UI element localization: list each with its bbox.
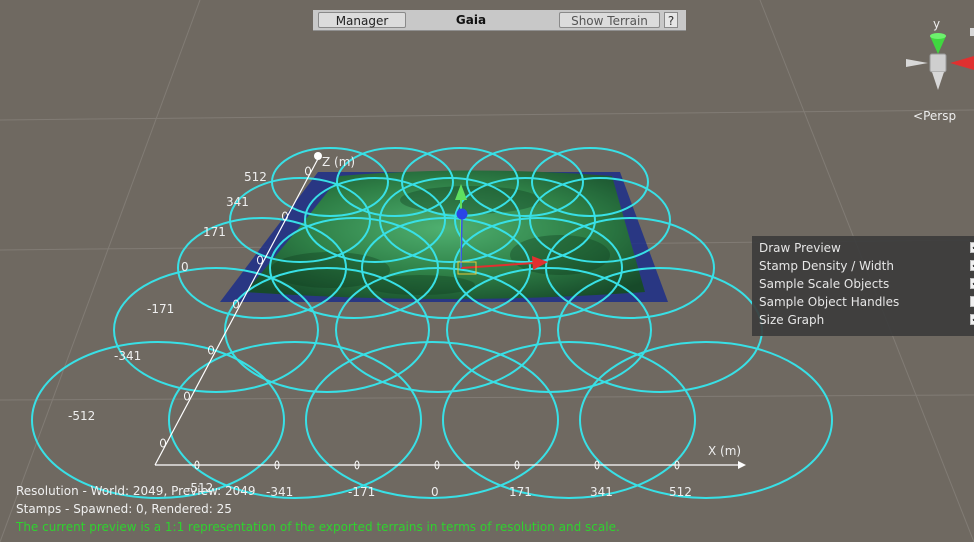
show-terrain-button[interactable]: Show Terrain	[559, 12, 660, 28]
z-tick-label: -171	[147, 302, 174, 316]
sample-scale-objects-checkbox[interactable]: ✓	[970, 278, 974, 289]
persp-arrow-icon: <	[913, 109, 923, 123]
z-tick-label: 171	[203, 225, 226, 239]
overlay-item-sample-scale-objects[interactable]: Sample Scale Objects ✓	[759, 275, 974, 293]
draw-preview-checkbox[interactable]: ✓	[970, 242, 974, 253]
resolution-status: Resolution - World: 2049, Preview: 2049	[16, 484, 256, 498]
gizmo-y-label: y	[933, 17, 940, 31]
overlay-item-sample-object-handles[interactable]: Sample Object Handles	[759, 293, 974, 311]
z-axis-arrow	[314, 152, 322, 160]
overlay-item-stamp-density[interactable]: Stamp Density / Width ✓	[759, 257, 974, 275]
manager-button[interactable]: Manager	[318, 12, 406, 28]
x-axis-label: X (m)	[708, 444, 741, 458]
sample-object-handles-checkbox[interactable]	[970, 296, 974, 307]
z-axis-label: Z (m)	[322, 155, 355, 169]
overlay-item-label: Sample Scale Objects	[759, 277, 890, 291]
projection-label[interactable]: <Persp	[913, 109, 956, 123]
stamps-status: Stamps - Spawned: 0, Rendered: 25	[16, 502, 232, 516]
z-tick-label: -512	[68, 409, 95, 423]
x-tick-label: 0	[431, 485, 439, 499]
scene-overlay-panel: Draw Preview ✓ Stamp Density / Width ✓ S…	[752, 236, 974, 336]
overlay-item-draw-preview[interactable]: Draw Preview ✓	[759, 239, 974, 257]
help-button[interactable]: ?	[664, 12, 678, 28]
z-handle-icon[interactable]	[456, 208, 468, 220]
gaia-toolbar: Manager Gaia Show Terrain ?	[313, 10, 686, 31]
overlay-item-label: Stamp Density / Width	[759, 259, 894, 273]
size-graph-checkbox[interactable]: ✓	[970, 314, 974, 325]
x-tick-label: 341	[590, 485, 613, 499]
x-tick-label: -171	[348, 485, 375, 499]
overlay-item-label: Draw Preview	[759, 241, 841, 255]
x-tick-label: 171	[509, 485, 532, 499]
gizmo-center-cube-icon[interactable]	[929, 53, 947, 73]
overlay-item-label: Sample Object Handles	[759, 295, 900, 309]
z-tick-label: 512	[244, 170, 267, 184]
stamp-density-checkbox[interactable]: ✓	[970, 260, 974, 271]
overlay-item-size-graph[interactable]: Size Graph ✓	[759, 311, 974, 329]
overlay-item-label: Size Graph	[759, 313, 825, 327]
z-tick-label: 341	[226, 195, 249, 209]
preview-message: The current preview is a 1:1 representat…	[16, 520, 620, 534]
x-tick-label: 512	[669, 485, 692, 499]
x-tick-label: -341	[266, 485, 293, 499]
toolbar-title: Gaia	[455, 13, 487, 27]
z-tick-label: 0	[181, 260, 189, 274]
z-tick-label: -341	[114, 349, 141, 363]
